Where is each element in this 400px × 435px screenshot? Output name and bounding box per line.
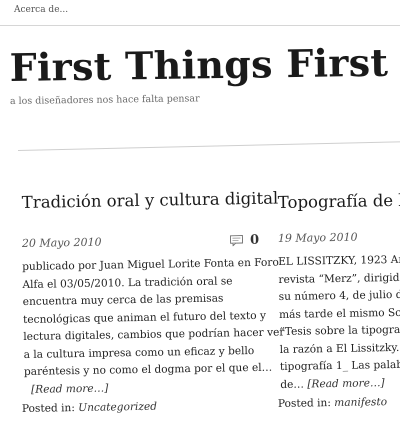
post-title-link[interactable]: Tradición oral y cultura digital [22,189,279,212]
post-excerpt: EL LISSITZKY, 1923 Artí revista “Merz”, … [278,251,400,394]
excerpt-line: tipografía 1_ Las palabra [279,358,400,373]
site-tagline: a los diseñadores nos hace falta pensar [9,93,200,107]
posted-in-label: Posted in: [21,402,75,415]
post-date: 19 Mayo 2010 [277,230,358,245]
category-link[interactable]: manifesto [334,396,387,409]
post-title-link[interactable]: Topografía de la tip [278,190,400,212]
nav-link-about[interactable]: Acerca de... [14,5,68,15]
comment-count: 0 [249,232,260,248]
excerpt-line-last: de… [Read more…] [280,373,400,394]
category-link[interactable]: Uncategorized [78,401,157,414]
excerpt-line: “Tesis sobre la tipografía [279,323,400,338]
excerpt-line-last: [Read more…] [24,377,264,399]
top-nav-bar: Acerca de... [0,0,400,26]
excerpt-line: la razón a El Lissitzky. Te [279,341,400,356]
excerpt-line: EL LISSITZKY, 1923 Artí [278,253,400,268]
comment-count-link[interactable]: 0 [229,230,260,250]
read-more-link[interactable]: [Read more…] [31,382,109,395]
excerpt-line: más tarde el mismo Schw [278,306,400,321]
post-excerpt: publicado por Juan Miguel Lorite Fonta e… [22,255,284,399]
excerpt-line: revista “Merz”, dirigida p [278,271,400,286]
header-divider [17,140,400,151]
post-category-line: Posted in: Uncategorized [22,401,157,415]
excerpt-tail: de… [280,378,305,391]
posted-in-label: Posted in: [277,397,331,410]
post-category-line: Posted in: manifesto [278,396,387,410]
excerpt-line: su número 4, de julio de [278,288,400,303]
comment-bubble-icon [229,235,244,247]
post-date: 20 Mayo 2010 [21,235,102,250]
site-title[interactable]: First Things First [9,40,388,90]
read-more-link[interactable]: [Read more…] [307,377,385,390]
